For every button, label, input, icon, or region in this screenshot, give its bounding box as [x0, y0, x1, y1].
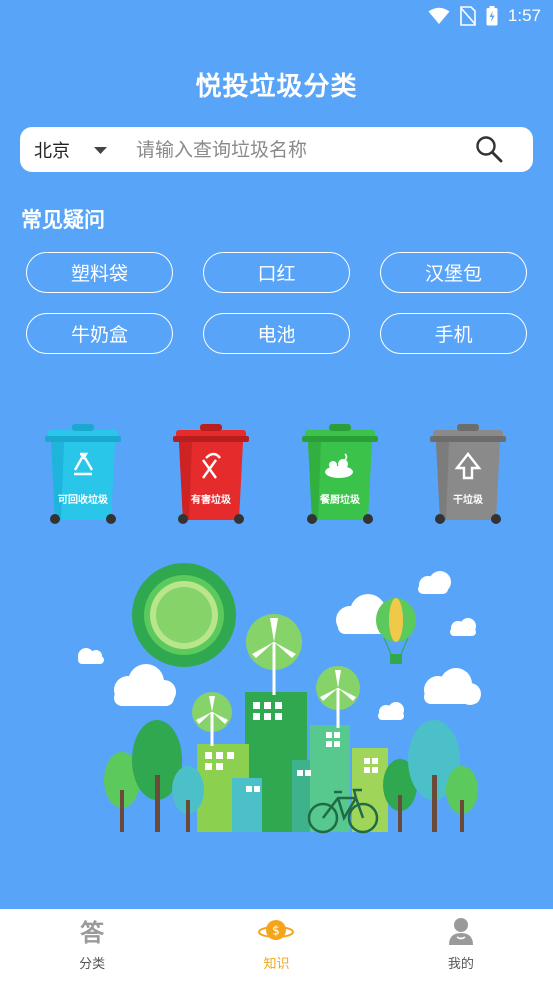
bin-label: 可回收垃圾 [58, 495, 108, 506]
nav-label: 知识 [263, 957, 290, 972]
battery-charging-icon [486, 6, 498, 26]
wind-turbine-icon [246, 614, 302, 695]
bottom-nav: 答 分类 $ 知识 我的 [0, 909, 553, 983]
bin-hazardous[interactable]: 有害垃圾 [170, 420, 252, 532]
nav-item-classify[interactable]: 答 分类 [0, 909, 184, 983]
status-time: 1:57 [507, 6, 541, 25]
nav-label: 我的 [447, 957, 474, 972]
question-chip[interactable]: 塑料袋 [26, 252, 173, 293]
cloud-icon [78, 648, 104, 664]
common-questions-title: 常见疑问 [21, 208, 105, 232]
wifi-icon [428, 7, 450, 25]
wind-turbine-icon [192, 692, 232, 746]
bin-label: 餐厨垃圾 [320, 495, 360, 506]
no-sim-icon [460, 6, 476, 26]
question-chip[interactable]: 手机 [380, 313, 527, 354]
question-chip[interactable]: 电池 [203, 313, 350, 354]
svg-text:$: $ [273, 924, 281, 938]
search-input[interactable] [136, 138, 456, 161]
coin-planet-icon: $ [258, 918, 295, 948]
bin-dry[interactable]: 干垃圾 [427, 420, 509, 532]
user-icon [448, 917, 473, 949]
cloud-icon [378, 702, 404, 720]
bin-label: 有害垃圾 [191, 495, 231, 506]
search-icon[interactable] [475, 135, 503, 167]
city-dropdown[interactable]: 北京 [20, 137, 130, 163]
nav-item-profile[interactable]: 我的 [369, 909, 553, 983]
nav-item-knowledge[interactable]: $ 知识 [184, 909, 368, 983]
nav-label: 分类 [79, 957, 106, 972]
cloud-icon [418, 571, 451, 594]
eco-city-illustration [0, 560, 553, 850]
hot-air-balloon-icon [376, 598, 416, 664]
cloud-icon [450, 618, 476, 636]
tree-icon [446, 766, 478, 832]
chevron-down-icon [94, 139, 107, 160]
app-title: 悦投垃圾分类 [195, 72, 358, 102]
bin-categories: 可回收垃圾 有害垃圾 餐厨垃圾 干垃圾 [0, 420, 553, 535]
cloud-icon [424, 668, 481, 705]
status-bar: 1:57 [0, 0, 553, 32]
common-questions-list: 塑料袋 口红 汉堡包 牛奶盒 电池 手机 [26, 252, 527, 354]
bin-recyclable[interactable]: 可回收垃圾 [42, 420, 124, 532]
city-label: 北京 [34, 140, 70, 162]
bin-label: 干垃圾 [453, 495, 483, 506]
wind-turbine-icon [316, 666, 360, 728]
search-bar: 北京 [20, 127, 533, 172]
question-chip[interactable]: 汉堡包 [380, 252, 527, 293]
sun-icon [132, 563, 236, 667]
question-chip[interactable]: 口红 [203, 252, 350, 293]
cloud-icon [114, 664, 176, 706]
answer-icon: 答 [80, 919, 105, 947]
question-chip[interactable]: 牛奶盒 [26, 313, 173, 354]
tree-icon [132, 720, 182, 832]
bin-kitchen[interactable]: 餐厨垃圾 [299, 420, 381, 532]
